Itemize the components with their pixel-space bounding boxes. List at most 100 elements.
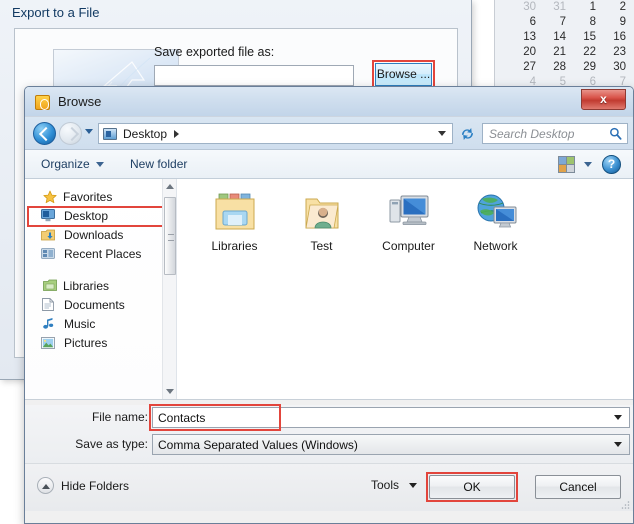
calendar-day[interactable]: 15 <box>572 30 602 45</box>
calendar-day[interactable]: 31 <box>542 0 572 15</box>
help-icon: ? <box>607 157 616 171</box>
file-list-pane[interactable]: Libraries Test Computer Network <box>177 179 633 399</box>
resize-grip-icon[interactable] <box>620 499 630 509</box>
calendar-day[interactable]: 20 <box>512 45 542 60</box>
file-grid: Libraries Test Computer Network <box>191 191 633 253</box>
calendar-day[interactable]: 6 <box>512 15 542 30</box>
save-as-type-row: Save as type: Comma Separated Values (Wi… <box>25 432 633 456</box>
pictures-icon <box>41 337 55 349</box>
sidebar-item-label: Desktop <box>64 208 109 223</box>
browse-main-area: Favorites Desktop Downloads Recent Place… <box>25 179 633 400</box>
sidebar-item-documents[interactable]: Documents <box>25 295 176 314</box>
file-item-label: Libraries <box>211 239 258 253</box>
nav-group-label: Libraries <box>63 278 110 293</box>
calendar-row: 30 31 1 2 <box>495 0 634 15</box>
calendar-day[interactable]: 14 <box>542 30 572 45</box>
calendar-day[interactable]: 7 <box>542 15 572 30</box>
export-window-title: Export to a File <box>12 5 100 20</box>
calendar-day[interactable]: 1 <box>572 0 602 15</box>
calendar-day[interactable]: 9 <box>602 15 632 30</box>
change-view-icon[interactable] <box>558 156 575 173</box>
refresh-icon <box>462 128 473 140</box>
file-item-label: Test <box>310 239 333 253</box>
chevron-down-icon[interactable] <box>584 162 592 167</box>
forward-button[interactable] <box>59 122 82 145</box>
network-icon <box>472 191 520 235</box>
view-cell <box>567 165 574 172</box>
computer-icon <box>385 191 433 235</box>
calendar-day[interactable]: 30 <box>512 0 542 15</box>
file-item-label: Computer <box>382 239 435 253</box>
scroll-down-button[interactable] <box>163 384 177 399</box>
hide-folders-button[interactable]: Hide Folders <box>37 477 129 494</box>
file-item-libraries[interactable]: Libraries <box>191 191 278 253</box>
chevron-down-icon[interactable] <box>614 415 622 420</box>
history-dropdown-icon[interactable] <box>85 129 93 134</box>
refresh-button[interactable] <box>459 126 476 142</box>
calendar-day[interactable]: 13 <box>512 30 542 45</box>
calendar-day[interactable]: 30 <box>602 60 632 75</box>
scroll-up-button[interactable] <box>163 179 177 194</box>
calendar-day[interactable]: 16 <box>602 30 632 45</box>
save-exported-file-label: Save exported file as: <box>154 45 275 59</box>
chevron-right-icon[interactable] <box>174 129 180 138</box>
save-as-type-value[interactable]: Comma Separated Values (Windows) <box>158 438 614 452</box>
calendar-day[interactable]: 2 <box>602 0 632 15</box>
file-item-computer[interactable]: Computer <box>365 191 452 253</box>
sidebar-item-label: Documents <box>64 297 125 312</box>
back-button[interactable] <box>33 122 56 145</box>
browse-dialog: Browse x Desktop Search Desktop Organize… <box>24 86 634 524</box>
sidebar-item-music[interactable]: Music <box>25 314 176 333</box>
desktop-icon <box>41 209 55 222</box>
breadcrumb-bar[interactable]: Desktop <box>98 123 453 144</box>
navigation-pane-scrollbar[interactable] <box>162 179 176 399</box>
search-input[interactable]: Search Desktop <box>489 127 609 141</box>
file-name-value[interactable]: Contacts <box>158 411 614 425</box>
calendar-day[interactable]: 28 <box>542 60 572 75</box>
sidebar-item-pictures[interactable]: Pictures <box>25 333 176 352</box>
calendar-day[interactable]: 21 <box>542 45 572 60</box>
ok-button[interactable]: OK <box>429 475 515 499</box>
documents-icon <box>42 298 54 311</box>
nav-group-favorites[interactable]: Favorites <box>25 187 176 206</box>
calendar-day[interactable]: 27 <box>512 60 542 75</box>
navigation-pane: Favorites Desktop Downloads Recent Place… <box>25 179 177 399</box>
sidebar-item-recent-places[interactable]: Recent Places <box>25 244 176 263</box>
help-button[interactable]: ? <box>602 155 621 174</box>
calendar-day[interactable]: 22 <box>572 45 602 60</box>
calendar-row: 13 14 15 16 <box>495 30 634 45</box>
recent-places-icon <box>41 248 55 259</box>
chevron-up-icon <box>37 477 54 494</box>
file-item-test[interactable]: Test <box>278 191 365 253</box>
toolbar: Organize New folder ? <box>25 150 633 179</box>
close-button[interactable]: x <box>581 89 626 110</box>
sidebar-item-desktop[interactable]: Desktop <box>25 206 176 225</box>
breadcrumb-item-desktop[interactable]: Desktop <box>123 127 167 141</box>
calendar-day[interactable]: 8 <box>572 15 602 30</box>
view-cell <box>559 157 566 164</box>
calendar-row: 27 28 29 30 <box>495 60 634 75</box>
save-as-type-select[interactable]: Comma Separated Values (Windows) <box>152 434 630 455</box>
organize-button[interactable]: Organize <box>37 155 108 174</box>
calendar-day[interactable]: 29 <box>572 60 602 75</box>
tools-button[interactable]: Tools <box>371 478 417 492</box>
browse-button[interactable]: Browse ... <box>375 63 432 86</box>
cancel-button[interactable]: Cancel <box>535 475 621 499</box>
file-item-network[interactable]: Network <box>452 191 539 253</box>
calendar-widget: 30 31 1 2 6 7 8 9 13 14 15 16 20 21 22 2… <box>494 0 634 92</box>
chevron-down-icon[interactable] <box>614 442 622 447</box>
chevron-down-icon[interactable] <box>438 131 446 136</box>
tools-label: Tools <box>370 478 399 492</box>
search-box[interactable]: Search Desktop <box>482 123 628 144</box>
sidebar-item-downloads[interactable]: Downloads <box>25 225 176 244</box>
libraries-folder-icon <box>211 191 259 235</box>
calendar-day[interactable]: 23 <box>602 45 632 60</box>
nav-group-libraries[interactable]: Libraries <box>25 276 176 295</box>
scrollbar-thumb[interactable] <box>164 197 176 275</box>
calendar-row: 20 21 22 23 <box>495 45 634 60</box>
save-exported-file-input[interactable] <box>154 65 354 86</box>
save-form-area: File name: Contacts Save as type: Comma … <box>25 404 633 463</box>
new-folder-button[interactable]: New folder <box>126 155 191 174</box>
file-name-input[interactable]: Contacts <box>152 407 630 428</box>
